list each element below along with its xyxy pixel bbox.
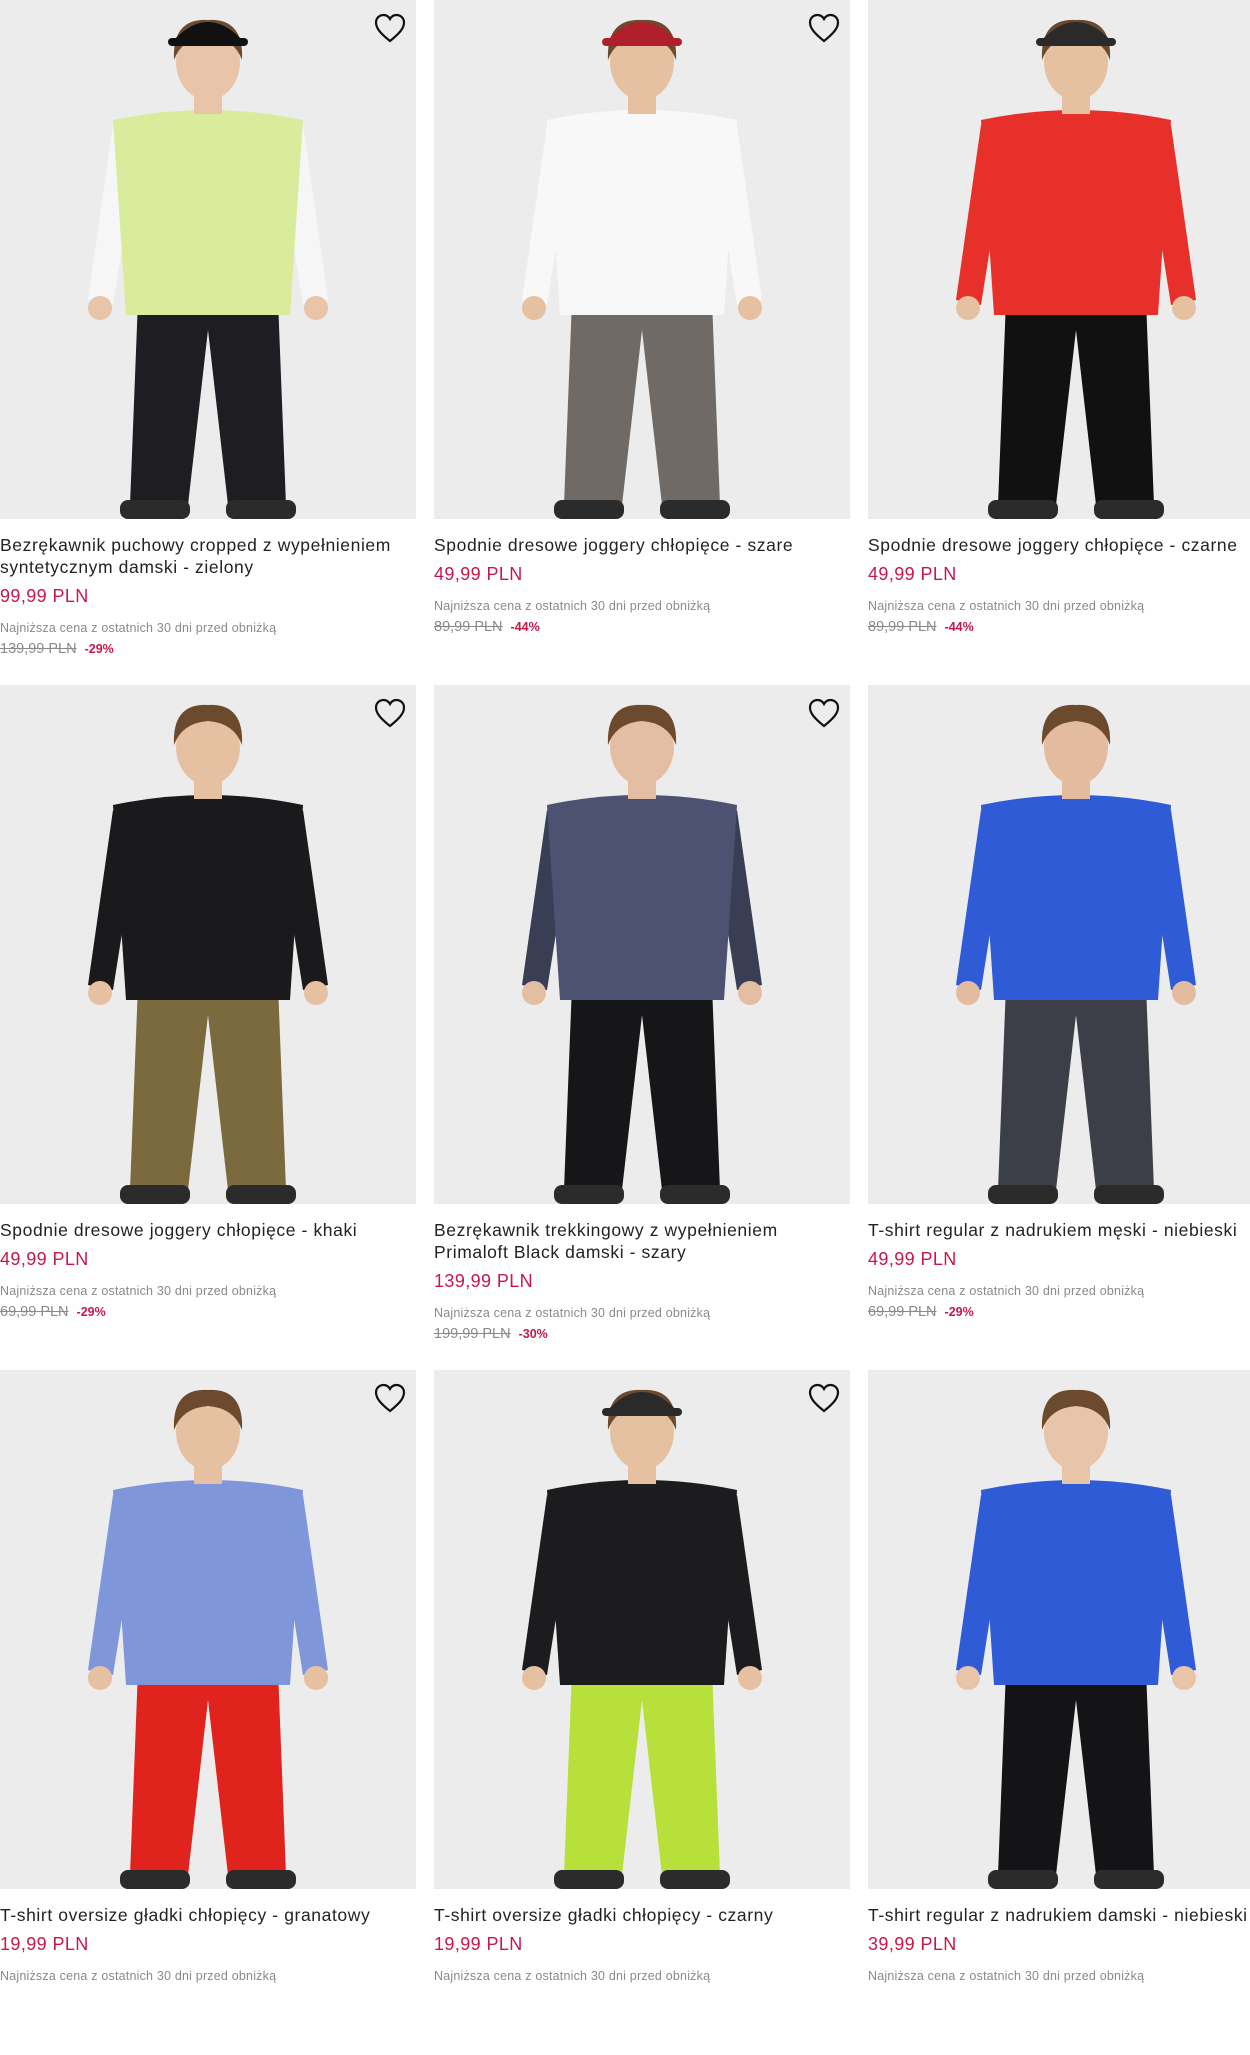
product-photo-figure — [522, 19, 762, 519]
product-name[interactable]: T-shirt oversize gładki chłopięcy - gran… — [0, 1904, 410, 1926]
product-name[interactable]: Bezrękawnik puchowy cropped z wypełnieni… — [0, 534, 410, 578]
product-image[interactable] — [434, 1370, 850, 1889]
product-price: 49,99 PLN — [868, 1249, 957, 1269]
product-photo-figure — [522, 1389, 762, 1889]
product-name[interactable]: Spodnie dresowe joggery chłopięce - khak… — [0, 1219, 410, 1241]
product-image[interactable] — [0, 685, 416, 1204]
product-card[interactable]: T-shirt regular z nadrukiem męski - nieb… — [868, 685, 1250, 1370]
product-image[interactable] — [0, 0, 416, 519]
wishlist-heart-icon[interactable] — [372, 1380, 408, 1416]
lowest-price-label: Najniższa cena z ostatnich 30 dni przed … — [434, 599, 711, 613]
lowest-price-label: Najniższa cena z ostatnich 30 dni przed … — [0, 1284, 277, 1298]
product-image[interactable] — [868, 0, 1250, 519]
product-card[interactable]: Bezrękawnik trekkingowy z wypełnieniem P… — [434, 685, 850, 1370]
product-name[interactable]: T-shirt oversize gładki chłopięcy - czar… — [434, 1904, 844, 1926]
wishlist-heart-icon[interactable] — [806, 695, 842, 731]
old-price: 199,99 PLN — [434, 1326, 511, 1342]
product-photo-figure — [956, 1389, 1196, 1889]
product-grid: Bezrękawnik puchowy cropped z wypełnieni… — [0, 0, 1250, 2055]
product-card[interactable]: T-shirt oversize gładki chłopięcy - gran… — [0, 1370, 416, 2055]
product-price: 49,99 PLN — [868, 564, 957, 584]
product-photo-figure — [88, 1389, 328, 1889]
discount-badge: -30% — [518, 1327, 548, 1341]
product-price: 49,99 PLN — [434, 564, 523, 584]
lowest-price-label: Najniższa cena z ostatnich 30 dni przed … — [868, 1284, 1145, 1298]
old-price: 89,99 PLN — [434, 619, 503, 635]
wishlist-heart-icon[interactable] — [806, 1380, 842, 1416]
product-card[interactable]: T-shirt regular z nadrukiem damski - nie… — [868, 1370, 1250, 2055]
product-price: 39,99 PLN — [868, 1934, 957, 1954]
old-price: 69,99 PLN — [0, 1304, 69, 1320]
product-price: 139,99 PLN — [434, 1271, 534, 1291]
old-price: 69,99 PLN — [868, 1304, 937, 1320]
product-price: 19,99 PLN — [0, 1934, 89, 1954]
product-card[interactable]: Spodnie dresowe joggery chłopięce - khak… — [0, 685, 416, 1370]
product-image[interactable] — [868, 685, 1250, 1204]
product-price: 99,99 PLN — [0, 586, 89, 606]
discount-badge: -29% — [84, 642, 114, 656]
old-price: 139,99 PLN — [0, 641, 77, 657]
discount-badge: -44% — [510, 620, 540, 634]
product-image[interactable] — [0, 1370, 416, 1889]
product-name[interactable]: T-shirt regular z nadrukiem męski - nieb… — [868, 1219, 1250, 1241]
discount-badge: -29% — [76, 1305, 106, 1319]
product-photo-figure — [88, 704, 328, 1204]
product-name[interactable]: T-shirt regular z nadrukiem damski - nie… — [868, 1904, 1250, 1926]
product-image[interactable] — [434, 0, 850, 519]
lowest-price-label: Najniższa cena z ostatnich 30 dni przed … — [434, 1969, 711, 1983]
product-card[interactable]: T-shirt oversize gładki chłopięcy - czar… — [434, 1370, 850, 2055]
product-image[interactable] — [868, 1370, 1250, 1889]
product-card[interactable]: Bezrękawnik puchowy cropped z wypełnieni… — [0, 0, 416, 685]
product-name[interactable]: Bezrękawnik trekkingowy z wypełnieniem P… — [434, 1219, 844, 1263]
discount-badge: -44% — [944, 620, 974, 634]
product-photo-figure — [956, 19, 1196, 519]
product-price: 49,99 PLN — [0, 1249, 89, 1269]
lowest-price-label: Najniższa cena z ostatnich 30 dni przed … — [868, 599, 1145, 613]
product-price: 19,99 PLN — [434, 1934, 523, 1954]
lowest-price-label: Najniższa cena z ostatnich 30 dni przed … — [868, 1969, 1145, 1983]
product-card[interactable]: Spodnie dresowe joggery chłopięce - czar… — [868, 0, 1250, 685]
product-name[interactable]: Spodnie dresowe joggery chłopięce - czar… — [868, 534, 1250, 556]
product-name[interactable]: Spodnie dresowe joggery chłopięce - szar… — [434, 534, 844, 556]
product-image[interactable] — [434, 685, 850, 1204]
product-photo-figure — [88, 19, 328, 519]
product-photo-figure — [956, 704, 1196, 1204]
product-photo-figure — [522, 704, 762, 1204]
lowest-price-label: Najniższa cena z ostatnich 30 dni przed … — [434, 1306, 711, 1320]
product-card[interactable]: Spodnie dresowe joggery chłopięce - szar… — [434, 0, 850, 685]
lowest-price-label: Najniższa cena z ostatnich 30 dni przed … — [0, 621, 277, 635]
wishlist-heart-icon[interactable] — [372, 10, 408, 46]
discount-badge: -29% — [944, 1305, 974, 1319]
old-price: 89,99 PLN — [868, 619, 937, 635]
wishlist-heart-icon[interactable] — [806, 10, 842, 46]
lowest-price-label: Najniższa cena z ostatnich 30 dni przed … — [0, 1969, 277, 1983]
wishlist-heart-icon[interactable] — [372, 695, 408, 731]
